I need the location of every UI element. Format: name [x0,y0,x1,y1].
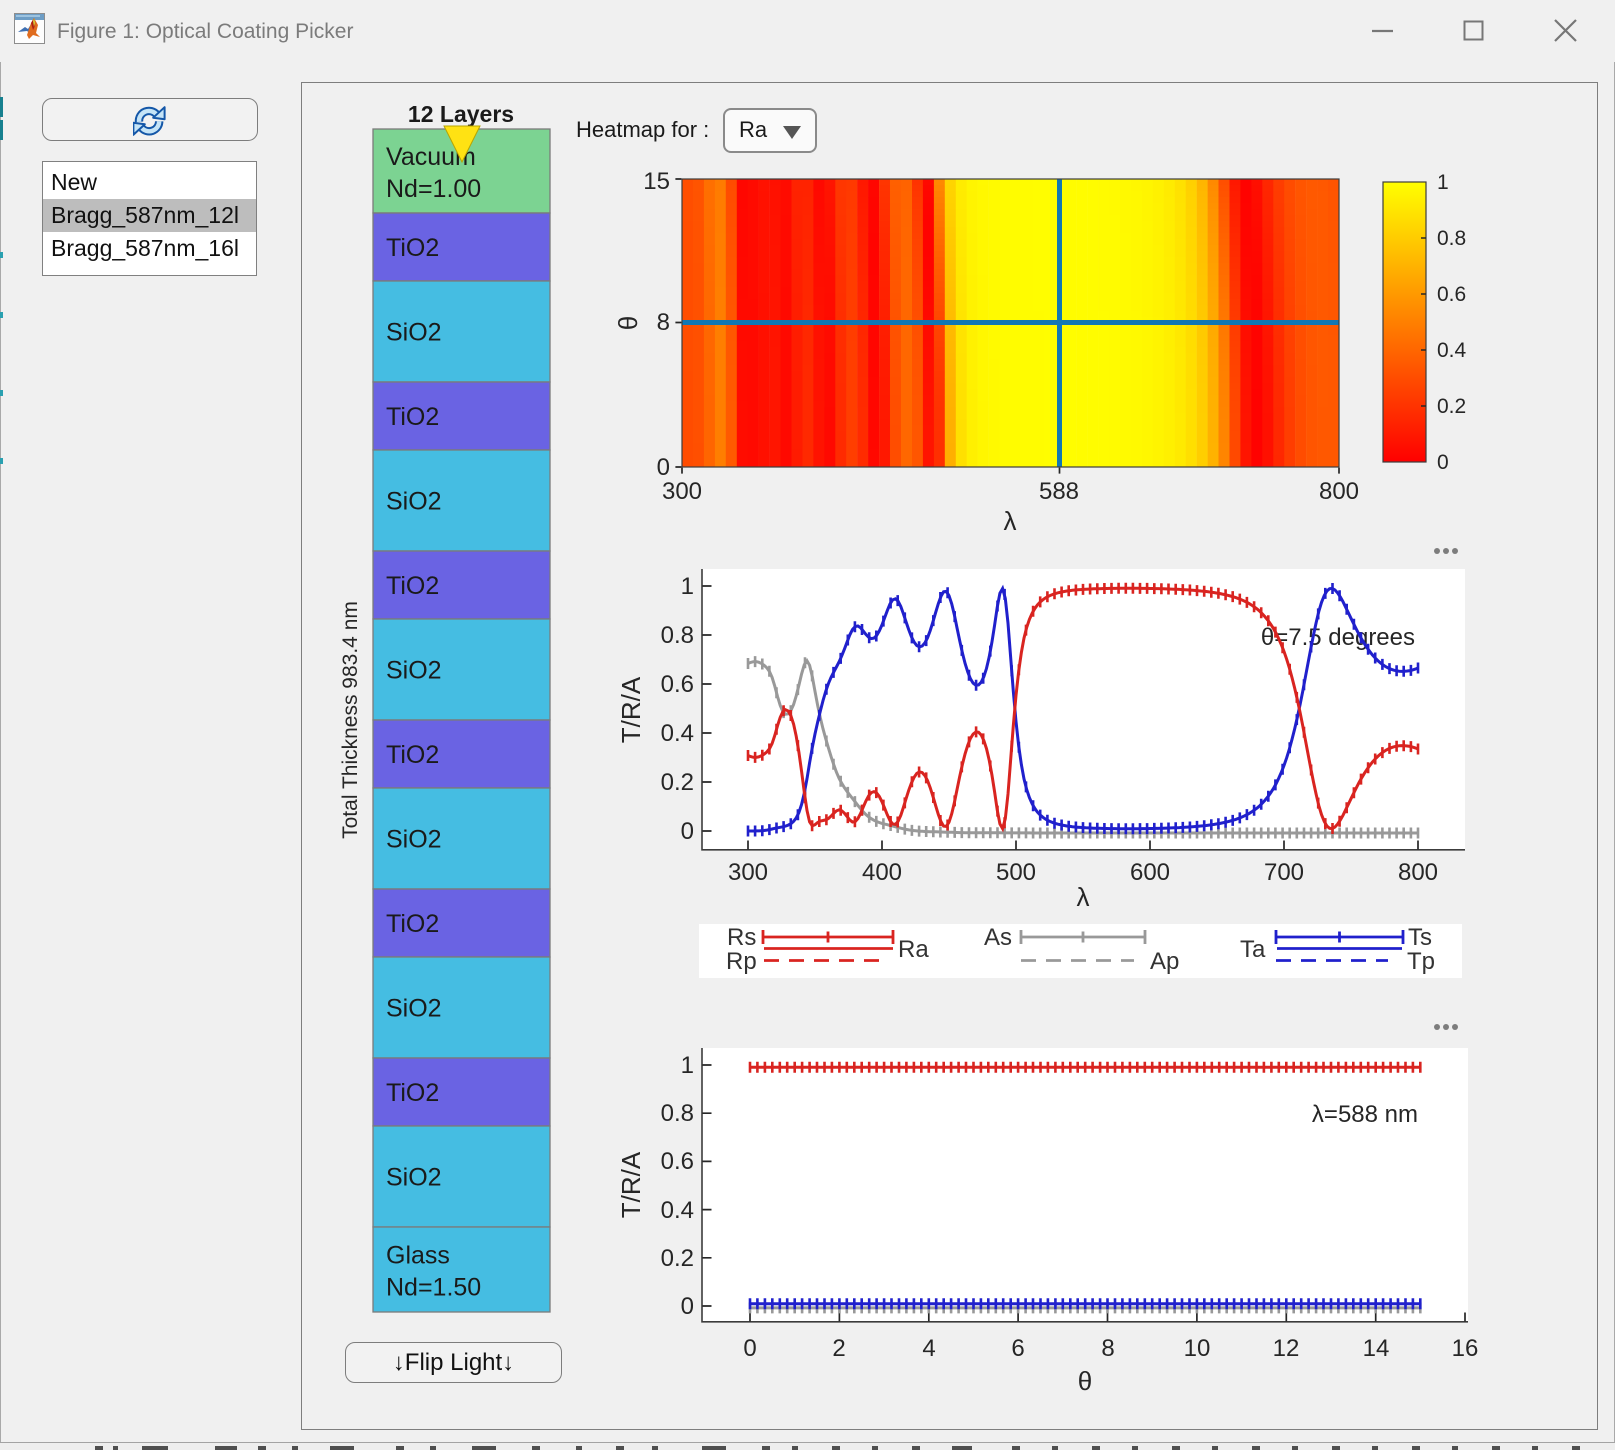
svg-text:λ: λ [1004,506,1017,536]
svg-text:300: 300 [662,478,702,505]
svg-text:θ: θ [1078,1366,1092,1396]
svg-text:Tp: Tp [1407,948,1435,975]
svg-text:0: 0 [681,818,694,845]
svg-text:SiO2: SiO2 [386,319,442,347]
svg-text:2: 2 [832,1335,845,1362]
svg-text:TiO2: TiO2 [386,403,439,431]
svg-text:Ap: Ap [1150,948,1179,975]
svg-text:400: 400 [862,859,902,886]
svg-text:800: 800 [1398,859,1438,886]
svg-text:T/R/A: T/R/A [616,1151,646,1218]
svg-text:Rp: Rp [726,948,757,975]
svg-text:θ=7.5 degrees: θ=7.5 degrees [1261,624,1415,651]
svg-text:TiO2: TiO2 [386,572,439,600]
svg-text:0.4: 0.4 [661,1197,694,1224]
svg-text:SiO2: SiO2 [386,657,442,685]
svg-text:0.2: 0.2 [661,1245,694,1272]
svg-text:16: 16 [1452,1335,1479,1362]
svg-text:0.4: 0.4 [661,720,694,747]
svg-text:4: 4 [922,1335,935,1362]
svg-text:Total Thickness 983.4 nm: Total Thickness 983.4 nm [339,601,362,839]
svg-text:As: As [984,924,1012,951]
svg-text:0: 0 [1437,451,1449,474]
svg-text:300: 300 [728,859,768,886]
svg-text:0.8: 0.8 [661,1100,694,1127]
svg-text:θ: θ [613,316,643,330]
svg-text:0.6: 0.6 [661,671,694,698]
svg-text:700: 700 [1264,859,1304,886]
svg-text:0: 0 [657,454,670,481]
svg-text:0.4: 0.4 [1437,339,1467,362]
svg-text:λ: λ [1077,882,1090,912]
svg-text:TiO2: TiO2 [386,910,439,938]
svg-text:SiO2: SiO2 [386,995,442,1023]
svg-text:T/R/A: T/R/A [616,676,646,743]
svg-text:588: 588 [1039,478,1079,505]
svg-text:0: 0 [681,1293,694,1320]
svg-text:Nd=1.50: Nd=1.50 [386,1274,481,1302]
svg-text:Glass: Glass [386,1242,450,1270]
svg-text:SiO2: SiO2 [386,1164,442,1192]
svg-text:0: 0 [743,1335,756,1362]
svg-text:600: 600 [1130,859,1170,886]
svg-text:12: 12 [1273,1335,1300,1362]
svg-text:12 Layers: 12 Layers [408,101,514,127]
svg-text:SiO2: SiO2 [386,488,442,516]
svg-text:1: 1 [681,573,694,600]
svg-text:0.6: 0.6 [1437,283,1466,306]
svg-text:500: 500 [996,859,1036,886]
svg-text:TiO2: TiO2 [386,234,439,262]
svg-text:0.8: 0.8 [661,622,694,649]
svg-text:0.6: 0.6 [661,1148,694,1175]
svg-text:15: 15 [643,168,670,195]
svg-text:1: 1 [681,1052,694,1079]
svg-text:10: 10 [1184,1335,1211,1362]
svg-text:0.2: 0.2 [661,769,694,796]
svg-text:1: 1 [1437,171,1449,194]
svg-text:Ts: Ts [1408,924,1432,951]
svg-text:800: 800 [1319,478,1359,505]
svg-text:TiO2: TiO2 [386,1079,439,1107]
svg-text:TiO2: TiO2 [386,741,439,769]
svg-text:8: 8 [657,309,670,336]
svg-text:0.2: 0.2 [1437,395,1466,418]
svg-text:Rs: Rs [727,924,756,951]
svg-text:14: 14 [1363,1335,1390,1362]
svg-text:SiO2: SiO2 [386,826,442,854]
svg-text:Ta: Ta [1240,936,1266,963]
svg-text:λ=588 nm: λ=588 nm [1312,1101,1418,1128]
svg-text:8: 8 [1101,1335,1114,1362]
svg-text:Ra: Ra [898,936,929,963]
svg-text:6: 6 [1011,1335,1024,1362]
svg-text:0.8: 0.8 [1437,227,1466,250]
svg-text:Nd=1.00: Nd=1.00 [386,175,481,203]
